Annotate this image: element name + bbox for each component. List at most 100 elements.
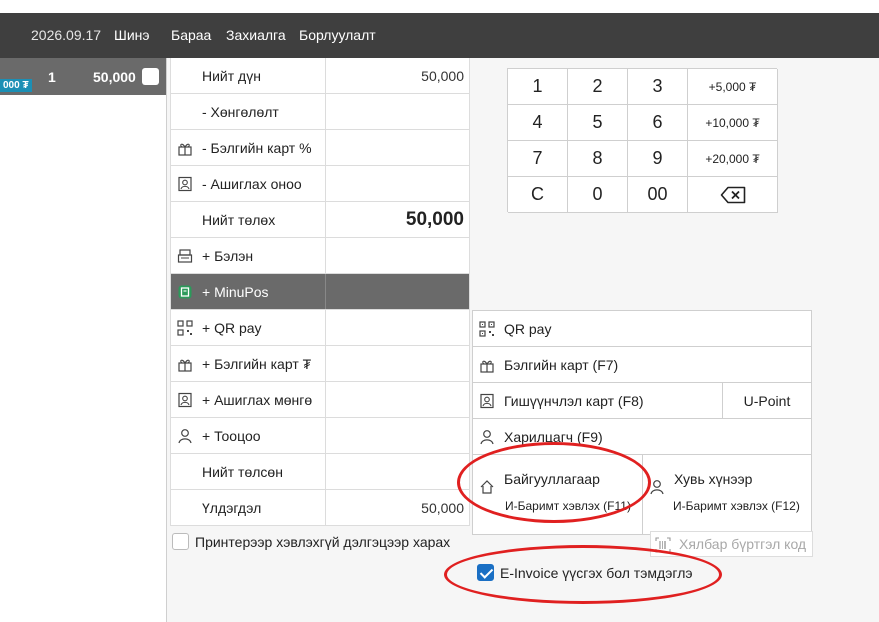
- backspace-key[interactable]: [688, 177, 778, 213]
- printer-option[interactable]: Принтерээр хэвлэхгүй дэлгэцээр харах: [172, 533, 450, 550]
- keypad-key[interactable]: 2: [568, 69, 628, 105]
- payment-row-value[interactable]: 50,000: [326, 58, 469, 93]
- payment-row[interactable]: - Хөнгөлөлт: [171, 94, 469, 130]
- nav-products[interactable]: Бараа: [171, 27, 211, 43]
- payment-table: Нийт дүн 50,000 - Хөнгөлөлт - Бэлгийн карт …: [170, 58, 470, 526]
- keypad-key[interactable]: 6: [628, 105, 688, 141]
- member-card-icon: [177, 392, 193, 408]
- payment-row[interactable]: + Тооцоо: [171, 418, 469, 454]
- payment-row-text: + Ашиглах мөнгө: [202, 391, 313, 408]
- payment-row-value[interactable]: 50,000: [326, 202, 469, 237]
- payment-row-value[interactable]: [326, 238, 469, 273]
- keypad-key[interactable]: 1: [508, 69, 568, 105]
- price-badge: 000 ₮: [0, 79, 32, 92]
- payment-row-text: - Хөнгөлөлт: [202, 103, 279, 120]
- keypad-key[interactable]: 4: [508, 105, 568, 141]
- nav-new[interactable]: Шинэ: [114, 27, 150, 43]
- order-item[interactable]: 000 ₮ 1 50,000: [0, 58, 166, 95]
- customer-label: Харилцагч (F9): [504, 428, 603, 445]
- qr-pay-label: QR pay: [504, 320, 552, 337]
- payment-row-value[interactable]: [326, 454, 469, 489]
- nav-orders[interactable]: Захиалга: [226, 27, 286, 43]
- keypad-key[interactable]: C: [508, 177, 568, 213]
- organization-sub-label: И-Баримт хэвлэх (F11): [505, 498, 631, 513]
- payment-row-label: Нийт дүн: [171, 58, 326, 93]
- keypad-key[interactable]: +10,000 ₮: [688, 105, 778, 141]
- order-checkbox[interactable]: [142, 68, 159, 85]
- payment-row-value[interactable]: [326, 274, 469, 309]
- keypad-key[interactable]: 9: [628, 141, 688, 177]
- payment-row[interactable]: Үлдэгдэл 50,000: [171, 490, 469, 526]
- individual-receipt-button[interactable]: Хувь хүнээр И-Баримт хэвлэх (F12): [643, 455, 812, 534]
- u-point-button[interactable]: U-Point: [723, 383, 812, 418]
- payment-row[interactable]: + Бэлгийн карт ₮: [171, 346, 469, 382]
- order-qty: 1: [48, 69, 56, 85]
- payment-row-value[interactable]: [326, 310, 469, 345]
- easy-register-button[interactable]: Хялбар бүртгэл код: [650, 531, 813, 557]
- gift-card-button[interactable]: Бэлгийн карт (F7): [473, 347, 812, 382]
- payment-row-label: + QR pay: [171, 310, 326, 345]
- top-strip: [0, 0, 879, 13]
- payment-methods: QR pay Бэлгийн карт (F7) Гишүүнчлэл карт…: [472, 310, 812, 535]
- payment-row-text: + MinuPos: [202, 283, 269, 300]
- einvoice-checkbox[interactable]: [477, 564, 494, 581]
- person-icon: [479, 429, 495, 445]
- qr-pay-button[interactable]: QR pay: [473, 311, 812, 346]
- payment-row-text: - Ашиглах оноо: [202, 175, 302, 192]
- person-icon: [177, 428, 193, 444]
- payment-row-label: + MinuPos: [171, 274, 326, 309]
- payment-row[interactable]: Нийт төлөх 50,000: [171, 202, 469, 238]
- minupos-icon: [177, 284, 193, 300]
- keypad-key[interactable]: 5: [568, 105, 628, 141]
- keypad-key[interactable]: 3: [628, 69, 688, 105]
- einvoice-option[interactable]: E-Invoice үүсгэх бол тэмдэглэ: [477, 564, 693, 581]
- easy-register-label: Хялбар бүртгэл код: [679, 536, 807, 552]
- payment-row-value[interactable]: [326, 346, 469, 381]
- gift-card-icon: [177, 140, 193, 156]
- printer-checkbox[interactable]: [172, 533, 189, 550]
- payment-row-value[interactable]: [326, 130, 469, 165]
- payment-row[interactable]: + Ашиглах мөнгө: [171, 382, 469, 418]
- payment-row[interactable]: - Ашиглах оноо: [171, 166, 469, 202]
- barcode-icon: [655, 537, 671, 553]
- payment-row-text: - Бэлгийн карт %: [202, 139, 312, 156]
- keypad-key[interactable]: 00: [628, 177, 688, 213]
- payment-row[interactable]: + QR pay: [171, 310, 469, 346]
- payment-row-text: Үлдэгдэл: [202, 499, 262, 516]
- payment-row[interactable]: Нийт төлсөн: [171, 454, 469, 490]
- payment-row-value[interactable]: [326, 166, 469, 201]
- payment-row-value[interactable]: [326, 382, 469, 417]
- keypad-key[interactable]: 0: [568, 177, 628, 213]
- membership-card-button[interactable]: Гишүүнчлэл карт (F8): [473, 383, 723, 418]
- nav-sales[interactable]: Борлуулалт: [299, 27, 376, 43]
- payment-row-value[interactable]: [326, 418, 469, 453]
- gift-card-icon: [177, 356, 193, 372]
- order-list: 000 ₮ 1 50,000: [0, 58, 167, 622]
- payment-row[interactable]: Нийт дүн 50,000: [171, 58, 469, 94]
- payment-row[interactable]: + Бэлэн: [171, 238, 469, 274]
- qr-icon: [177, 320, 193, 336]
- payment-row[interactable]: + MinuPos: [171, 274, 469, 310]
- customer-button[interactable]: Харилцагч (F9): [473, 419, 812, 454]
- keypad-key[interactable]: 8: [568, 141, 628, 177]
- payment-row-label: Нийт төлөх: [171, 202, 326, 237]
- payment-row-value[interactable]: 50,000: [326, 490, 469, 525]
- payment-row[interactable]: - Бэлгийн карт %: [171, 130, 469, 166]
- payment-row-label: + Ашиглах мөнгө: [171, 382, 326, 417]
- organization-label: Байгууллагаар: [504, 470, 600, 487]
- date-label: 2026.09.17: [31, 27, 102, 43]
- payment-row-text: + Бэлэн: [202, 247, 254, 264]
- payment-row-value[interactable]: [326, 94, 469, 129]
- keypad-key[interactable]: 7: [508, 141, 568, 177]
- payment-row-label: - Хөнгөлөлт: [171, 94, 326, 129]
- payment-row-label: Нийт төлсөн: [171, 454, 326, 489]
- organization-receipt-button[interactable]: Байгууллагаар И-Баримт хэвлэх (F11): [473, 455, 643, 534]
- membership-card-label: Гишүүнчлэл карт (F8): [504, 392, 644, 409]
- keypad-key[interactable]: +20,000 ₮: [688, 141, 778, 177]
- payment-row-label: + Бэлэн: [171, 238, 326, 273]
- payment-row-label: - Бэлгийн карт %: [171, 130, 326, 165]
- individual-sub-label: И-Баримт хэвлэх (F12): [673, 498, 800, 513]
- keypad-key[interactable]: +5,000 ₮: [688, 69, 778, 105]
- top-bar: 2026.09.17 Шинэ Бараа Захиалга Борлуулал…: [0, 13, 879, 58]
- u-point-label: U-Point: [743, 392, 791, 409]
